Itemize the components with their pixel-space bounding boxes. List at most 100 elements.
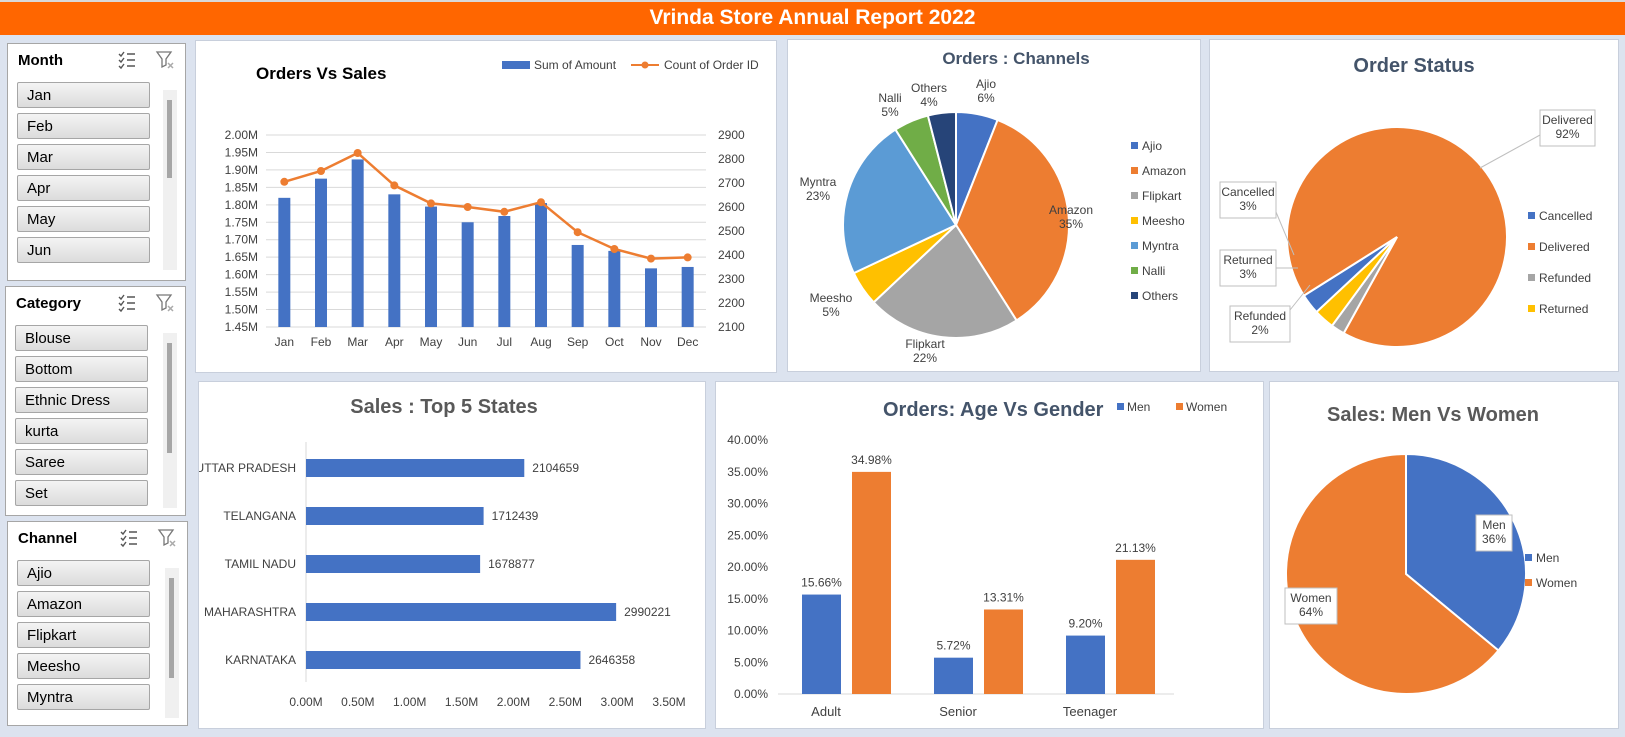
- bar-state: [306, 507, 484, 525]
- order-status-panel: Order Status Cancelled 3% Delivered 92% Refun…: [1209, 39, 1619, 372]
- channel-slicer-scrollbar[interactable]: [165, 568, 179, 718]
- data-label: 2646358: [588, 653, 635, 667]
- legend-swatch-amount: [502, 61, 530, 69]
- gender-legend-swatch: [1525, 554, 1532, 561]
- slicer-item-category[interactable]: Bottom: [15, 356, 148, 382]
- orders-vs-sales-panel: Orders Vs Sales Sum of Amount Count of Ord…: [195, 40, 777, 373]
- y-tick: 10.00%: [727, 624, 768, 638]
- y-tick: KARNATAKA: [225, 653, 296, 667]
- bar-state: [306, 651, 581, 669]
- y-tick: UTTAR PRADESH: [199, 461, 296, 475]
- x-tick: 1.50M: [445, 695, 478, 709]
- y-tick-right: 2300: [718, 272, 745, 286]
- x-tick: 2.50M: [549, 695, 582, 709]
- slicer-item-category[interactable]: Set: [15, 480, 148, 506]
- channel-legend-label: Flipkart: [1142, 189, 1182, 203]
- y-tick-left: 1.75M: [225, 215, 258, 229]
- men-vs-women-chart: Sales: Men Vs WomenMen 36%Women 64%MenWome…: [1284, 404, 1577, 695]
- data-label: Nalli 5%: [878, 91, 901, 119]
- clear-filter-icon[interactable]: [155, 293, 175, 313]
- point-order-count: [610, 245, 619, 253]
- gender-legend-label: Men: [1536, 551, 1559, 565]
- month-slicer[interactable]: Month Jan Feb Mar Apr May Jun: [7, 43, 186, 281]
- x-tick: Adult: [811, 704, 841, 719]
- orders-channels-chart: Orders : ChannelsAjio 6%Amazon 35%Flipkart…: [800, 49, 1186, 365]
- slicer-item-channel[interactable]: Myntra: [17, 684, 150, 710]
- y-tick-left: 1.65M: [225, 250, 258, 264]
- status-legend-label: Refunded: [1539, 271, 1591, 285]
- slicer-item-channel[interactable]: Amazon: [17, 591, 150, 617]
- clear-filter-icon[interactable]: [157, 528, 177, 548]
- bar-men: [934, 657, 973, 694]
- gender-legend-swatch: [1525, 579, 1532, 586]
- slicer-item-category[interactable]: Saree: [15, 449, 148, 475]
- slicer-item-month[interactable]: Apr: [17, 175, 150, 201]
- status-legend-swatch: [1528, 305, 1535, 312]
- bar-state: [306, 603, 617, 621]
- point-order-count: [573, 228, 582, 237]
- slicer-item-category[interactable]: Blouse: [15, 325, 148, 351]
- chart-title: Orders Vs Sales: [256, 64, 386, 83]
- month-slicer-title: Month: [18, 52, 63, 69]
- y-tick-right: 2800: [718, 152, 745, 166]
- slicer-item-channel[interactable]: Ajio: [17, 560, 150, 586]
- bar-state: [306, 555, 481, 573]
- channel-legend-label: Amazon: [1142, 164, 1186, 178]
- x-tick: May: [420, 335, 443, 349]
- month-slicer-scrollbar[interactable]: [163, 90, 177, 270]
- multi-select-icon[interactable]: [117, 293, 137, 313]
- status-legend-label: Delivered: [1539, 240, 1590, 254]
- x-tick: Jan: [275, 335, 294, 349]
- category-slicer-scrollbar[interactable]: [163, 333, 177, 508]
- channel-slicer[interactable]: Channel Ajio Amazon Flipkart Meesho Mynt…: [7, 521, 188, 726]
- clear-filter-icon[interactable]: [155, 50, 175, 70]
- multi-select-icon[interactable]: [119, 528, 139, 548]
- men-vs-women-panel: Sales: Men Vs Women Men 36% Women 64% Men Wome…: [1269, 381, 1619, 729]
- y-tick-right: 2900: [718, 128, 745, 142]
- data-label: Meesho 5%: [810, 291, 853, 319]
- status-legend-label: Cancelled: [1539, 209, 1592, 223]
- slicer-item-month[interactable]: Feb: [17, 113, 150, 139]
- legend-label: Sum of Amount: [534, 58, 617, 72]
- data-label: 1678877: [488, 557, 535, 571]
- chart-title: Sales : Top 5 States: [350, 396, 537, 418]
- chart-title: Orders : Channels: [942, 49, 1089, 68]
- slicer-item-month[interactable]: May: [17, 206, 150, 232]
- bar-men: [1066, 635, 1105, 694]
- slicer-item-month[interactable]: Jun: [17, 237, 150, 263]
- y-tick: 25.00%: [727, 528, 768, 542]
- data-label: 15.66%: [801, 576, 842, 590]
- line-order-count: [283, 151, 688, 260]
- bar-women: [984, 609, 1023, 694]
- order-status-chart: Order StatusCancelled 3%Delivered 92%Refun…: [1219, 55, 1596, 348]
- slicer-item-category[interactable]: kurta: [15, 418, 148, 444]
- slicer-item-month[interactable]: Mar: [17, 144, 150, 170]
- x-tick: Mar: [347, 335, 368, 349]
- y-tick-left: 1.80M: [225, 198, 258, 212]
- slicer-item-channel[interactable]: Flipkart: [17, 622, 150, 648]
- slicer-item-month[interactable]: Jan: [17, 82, 150, 108]
- point-order-count: [280, 177, 289, 186]
- y-tick-left: 1.95M: [225, 145, 258, 159]
- chart-title: Order Status: [1353, 55, 1474, 77]
- chart-title: Sales: Men Vs Women: [1327, 404, 1539, 426]
- x-tick: Jun: [458, 335, 477, 349]
- data-label: Flipkart 22%: [905, 337, 945, 365]
- multi-select-icon[interactable]: [117, 50, 137, 70]
- channel-legend-swatch: [1131, 242, 1138, 249]
- x-tick: Feb: [311, 335, 332, 349]
- bar-men: [802, 594, 841, 694]
- report-title: Vrinda Store Annual Report 2022: [649, 6, 976, 29]
- legend-label: Count of Order ID: [664, 58, 759, 72]
- y-tick-left: 1.70M: [225, 233, 258, 247]
- slicer-item-category[interactable]: Ethnic Dress: [15, 387, 148, 413]
- leader-line: [1479, 134, 1541, 169]
- x-tick: Oct: [605, 335, 624, 349]
- channel-legend-swatch: [1131, 267, 1138, 274]
- category-slicer[interactable]: Category Blouse Bottom Ethnic Dress kurt…: [5, 286, 186, 516]
- x-tick: Sep: [567, 335, 589, 349]
- y-tick-right: 2400: [718, 248, 745, 262]
- data-label: Others 4%: [911, 81, 947, 109]
- slicer-item-channel[interactable]: Meesho: [17, 653, 150, 679]
- x-tick: Teenager: [1063, 704, 1118, 719]
